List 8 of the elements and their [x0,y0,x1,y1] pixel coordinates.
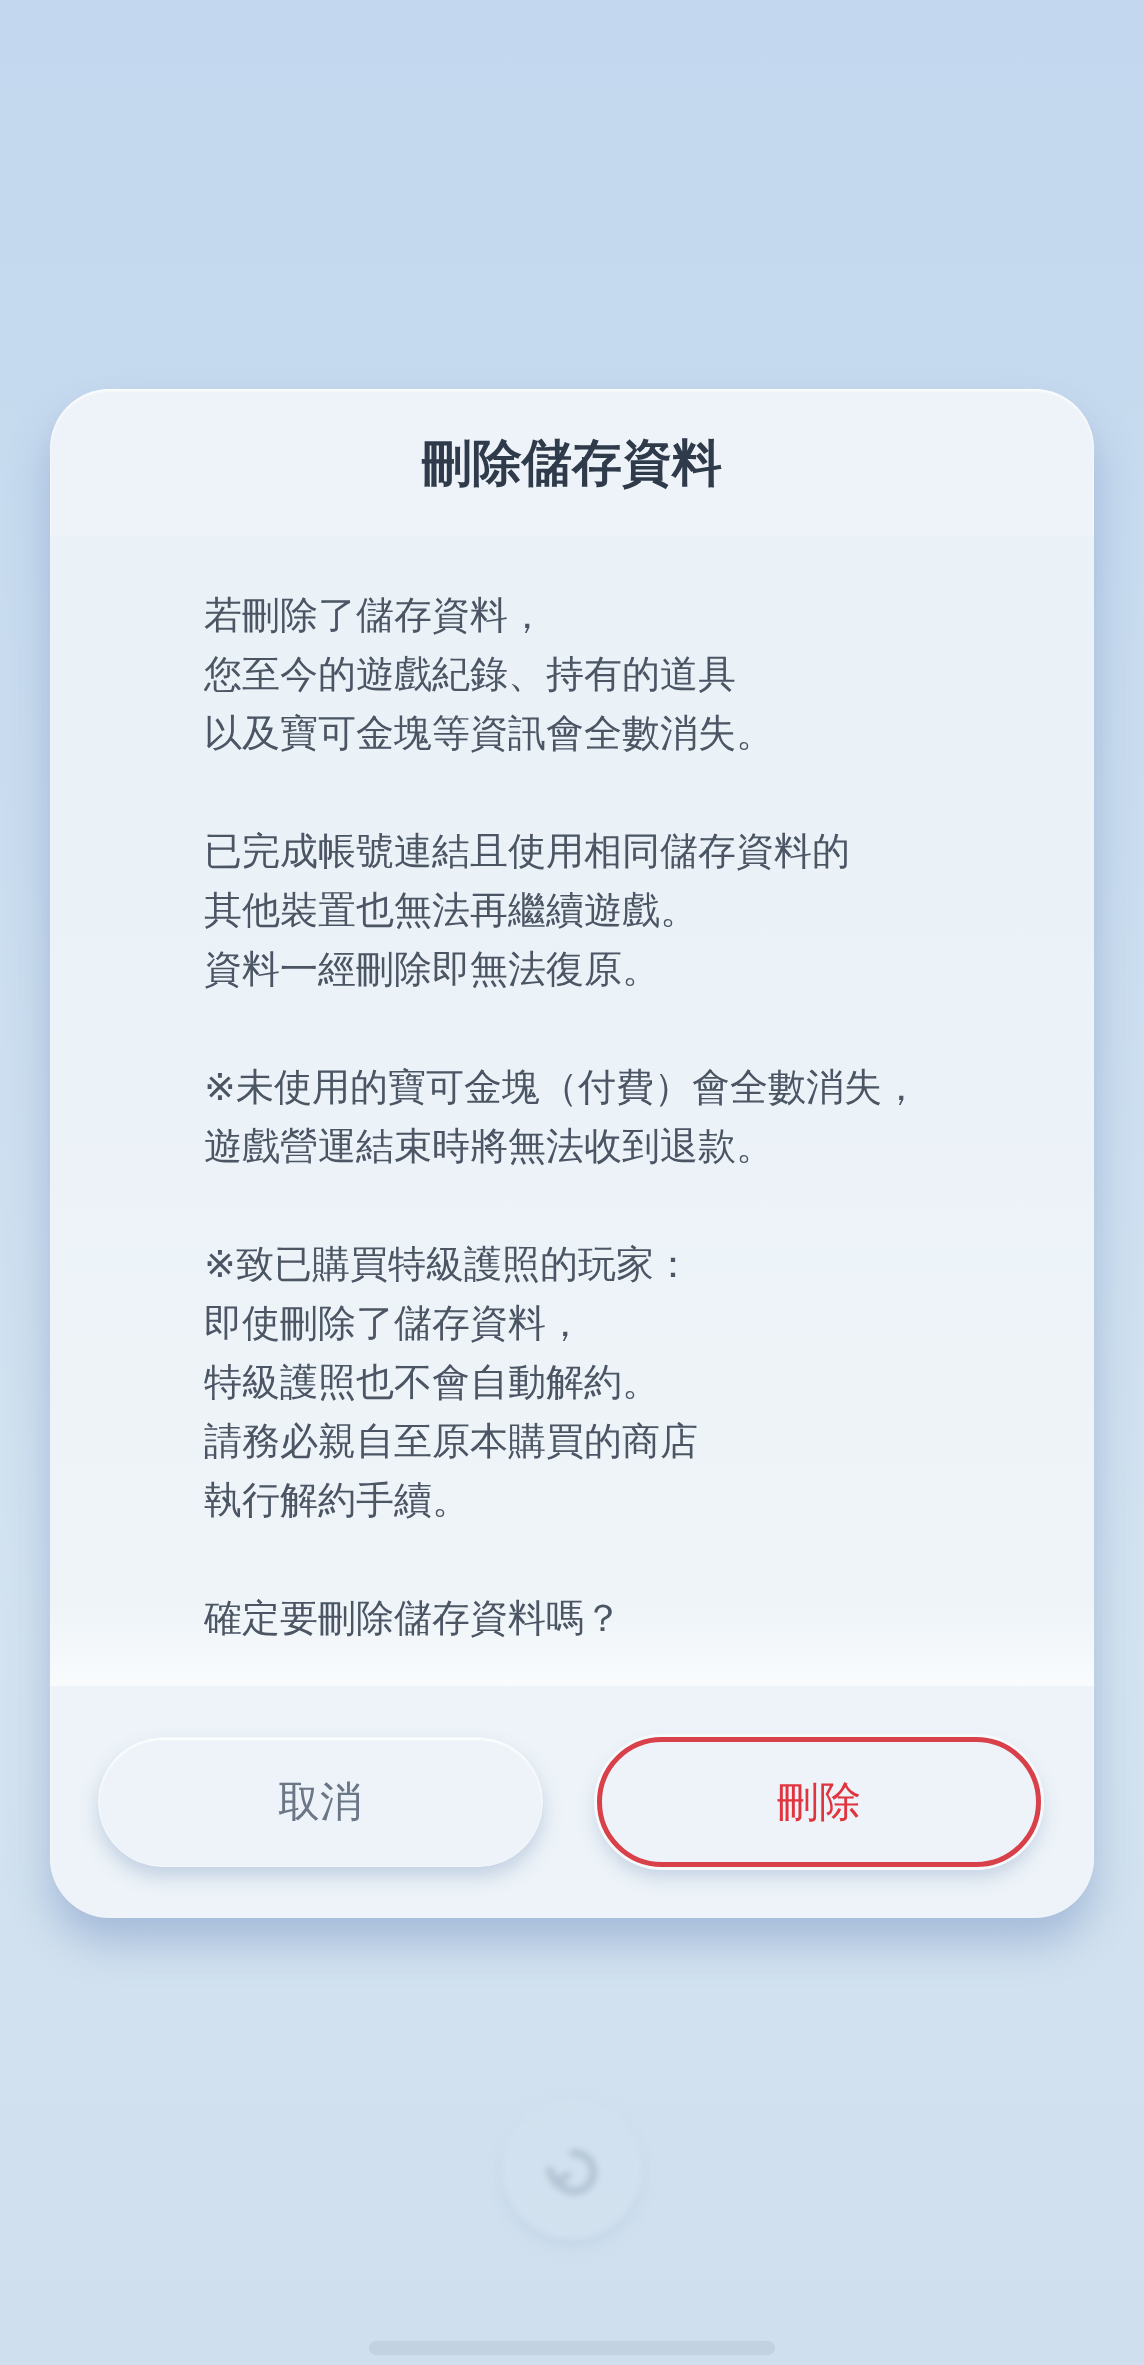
message-paragraph: ※致已購買特級護照的玩家： 即使刪除了儲存資料， 特級護照也不會自動解約。 請務必親自至原本購買的商店 執行解約手續。 [204,1241,699,1524]
message-paragraph: 確定要刪除儲存資料嗎？ [204,1595,623,1642]
message-paragraph: ※未使用的寶可金塊（付費）會全數消失， 遊戲營運結束時將無法收到退款。 [204,1064,921,1170]
dialog-title: 刪除儲存資料 [422,437,722,488]
message-paragraph: 已完成帳號連結且使用相同儲存資料的 其他裝置也無法再繼續遊戲。 資料一經刪除即無法復原。 [204,828,851,993]
delete-button[interactable]: 刪除 [596,1737,1041,1867]
message-paragraph: 若刪除了儲存資料， 您至今的遊戲紀錄、持有的道具 以及寶可金塊等資訊會全數消失。 [204,592,775,757]
cancel-button[interactable]: 取消 [98,1737,543,1867]
